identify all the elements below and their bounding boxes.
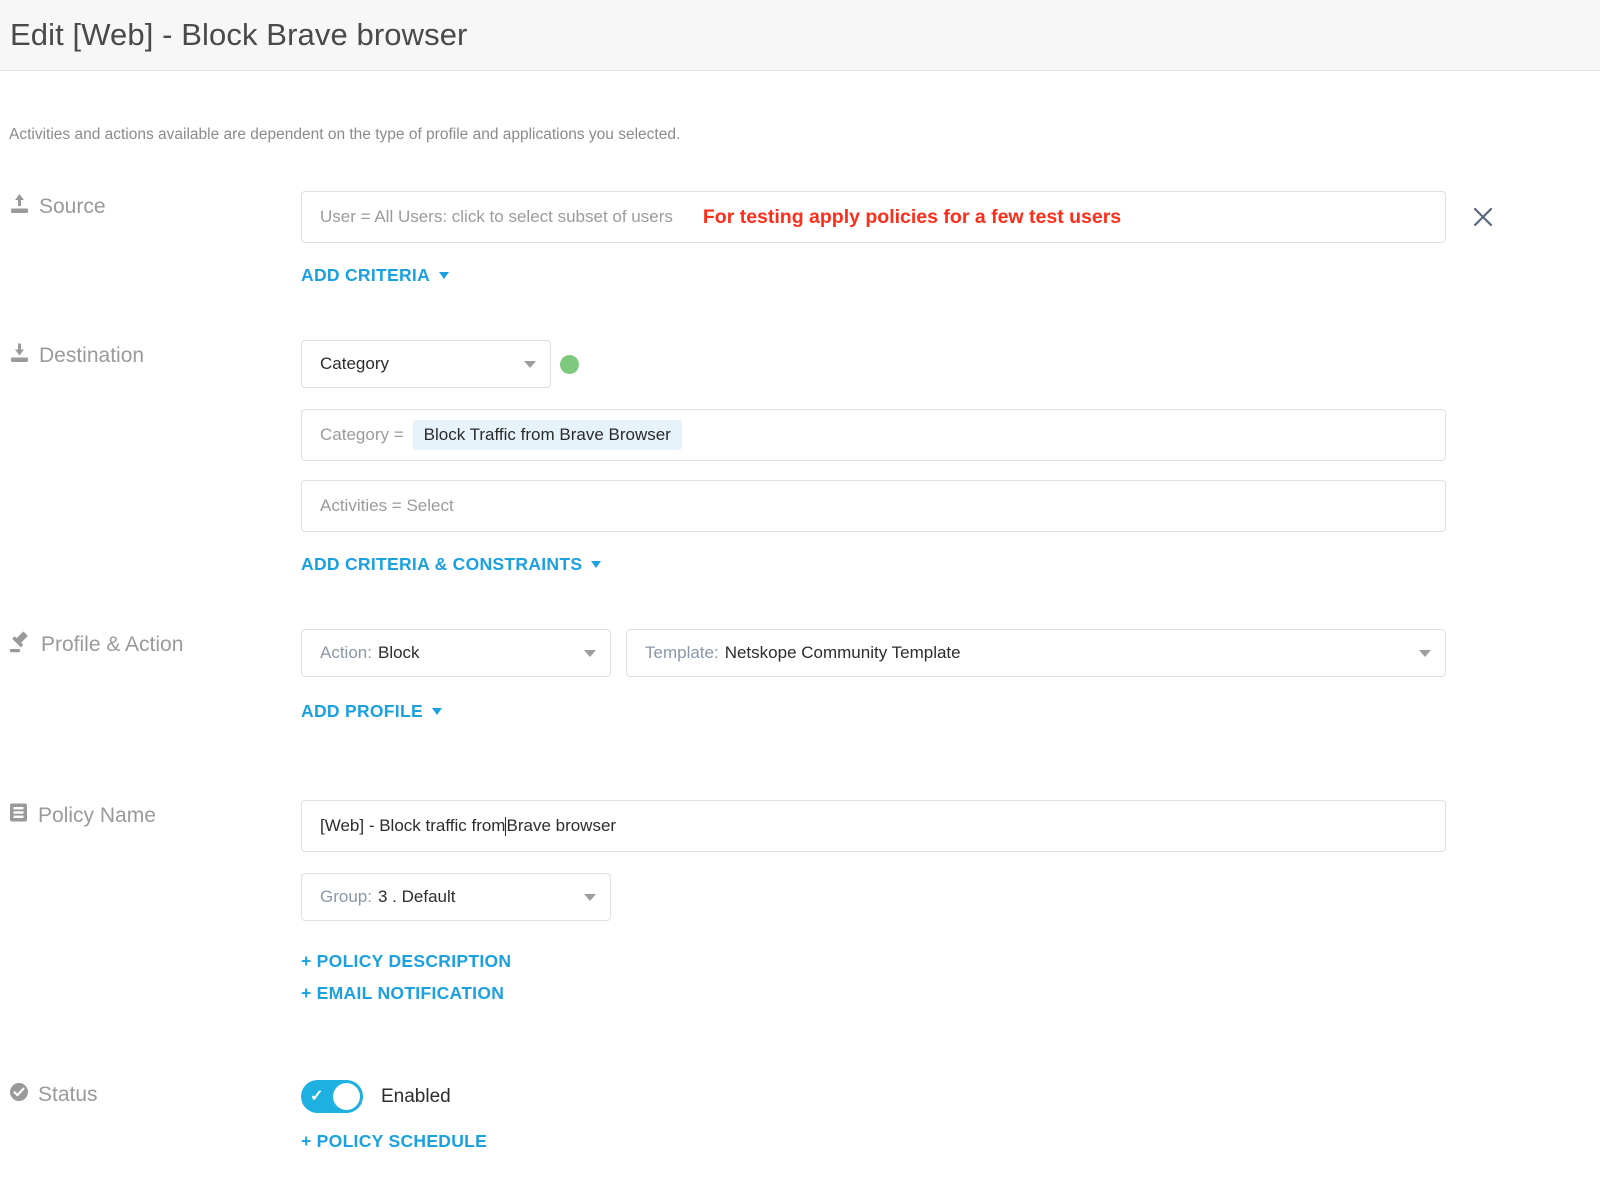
add-profile-button[interactable]: ADD PROFILE [301, 701, 442, 722]
status-section-label: Status [9, 1080, 301, 1108]
add-criteria-constraints-label: ADD CRITERIA & CONSTRAINTS [301, 554, 583, 574]
policy-name-input[interactable]: [Web] - Block traffic from Brave browser [301, 800, 1446, 852]
policy-name-row: Policy Name [Web] - Block traffic from B… [0, 800, 1600, 1004]
close-icon[interactable] [1468, 202, 1498, 232]
page-title: Edit [Web] - Block Brave browser [10, 17, 468, 52]
add-criteria-source-label: ADD CRITERIA [301, 265, 431, 285]
policy-group-value: 3 . Default [377, 887, 456, 906]
policy-name-value-after: Brave browser [506, 816, 617, 835]
policy-name-section-label: Policy Name [9, 800, 301, 829]
email-notification-button[interactable]: + EMAIL NOTIFICATION [301, 983, 504, 1004]
check-circle-icon [9, 1082, 29, 1108]
destination-activities-field[interactable]: Activities = Select [301, 480, 1446, 532]
add-profile-label: ADD PROFILE [301, 701, 423, 721]
destination-body: Category Category = Block Traffic from B… [301, 340, 1600, 575]
destination-label-text: Destination [39, 344, 145, 367]
check-icon: ✓ [310, 1087, 324, 1105]
source-body: User = All Users: click to select subset… [301, 191, 1600, 286]
toggle-knob [333, 1083, 360, 1110]
policy-description-button[interactable]: + POLICY DESCRIPTION [301, 951, 511, 972]
profile-action-body: Action: Block Template: Netskope Communi… [301, 629, 1600, 722]
destination-type-value: Category [320, 354, 389, 373]
policy-group-prefix: Group: [320, 887, 372, 906]
profile-action-label-text: Profile & Action [41, 633, 184, 656]
add-criteria-source-button[interactable]: ADD CRITERIA [301, 265, 450, 286]
chevron-down-icon [584, 649, 596, 657]
chevron-down-icon [431, 708, 442, 715]
status-toggle[interactable]: ✓ [301, 1080, 363, 1113]
source-section-label: Source [9, 191, 301, 221]
source-user-criteria-text: User = All Users: click to select subset… [320, 207, 673, 226]
status-label-text: Status [38, 1083, 98, 1106]
profile-action-row: Profile & Action Action: Block Template:… [0, 629, 1600, 722]
destination-row: Destination Category Category = Block Tr… [0, 340, 1600, 575]
status-body: ✓ Enabled + POLICY SCHEDULE [301, 1080, 1600, 1152]
document-lines-icon [9, 802, 29, 829]
action-prefix: Action: [320, 643, 372, 662]
chevron-down-icon [584, 893, 596, 901]
gavel-icon [9, 631, 32, 659]
destination-category-field[interactable]: Category = Block Traffic from Brave Brow… [301, 409, 1446, 461]
chevron-down-icon [591, 561, 602, 568]
upload-icon [9, 193, 30, 221]
template-select[interactable]: Template: Netskope Community Template [626, 629, 1446, 677]
status-dot [560, 354, 579, 374]
destination-activities-text: Activities = Select [320, 496, 454, 515]
template-prefix: Template: [645, 643, 719, 662]
profile-action-section-label: Profile & Action [9, 629, 301, 659]
policy-name-label-text: Policy Name [38, 803, 156, 827]
action-select[interactable]: Action: Block [301, 629, 611, 677]
source-user-criteria-field[interactable]: User = All Users: click to select subset… [301, 191, 1446, 243]
source-annotation: For testing apply policies for a few tes… [702, 205, 1122, 228]
source-row: Source User = All Users: click to select… [0, 191, 1600, 286]
action-value: Block [377, 643, 420, 662]
policy-schedule-button[interactable]: + POLICY SCHEDULE [301, 1131, 487, 1152]
chevron-down-icon [524, 360, 536, 368]
source-criteria-wrap: User = All Users: click to select subset… [301, 191, 1600, 243]
destination-category-prefix: Category = [320, 425, 404, 444]
destination-section-label: Destination [9, 340, 301, 370]
status-toggle-row: ✓ Enabled [301, 1080, 1600, 1113]
download-icon [9, 342, 30, 370]
destination-type-select[interactable]: Category [301, 340, 551, 388]
chevron-down-icon [439, 272, 450, 279]
policy-group-select[interactable]: Group: 3 . Default [301, 873, 611, 921]
source-label-text: Source [39, 195, 106, 218]
add-criteria-constraints-button[interactable]: ADD CRITERIA & CONSTRAINTS [301, 554, 602, 575]
policy-name-body: [Web] - Block traffic from Brave browser… [301, 800, 1600, 1004]
page-header: Edit [Web] - Block Brave browser [0, 0, 1600, 71]
chevron-down-icon [1419, 649, 1431, 657]
template-value: Netskope Community Template [724, 643, 961, 662]
status-toggle-label: Enabled [381, 1085, 451, 1107]
status-row: Status ✓ Enabled + POLICY SCHEDULE [0, 1080, 1600, 1152]
policy-name-value-before: [Web] - Block traffic from [320, 816, 506, 835]
intro-text: Activities and actions available are dep… [9, 126, 681, 143]
destination-category-chip[interactable]: Block Traffic from Brave Browser [412, 420, 682, 450]
